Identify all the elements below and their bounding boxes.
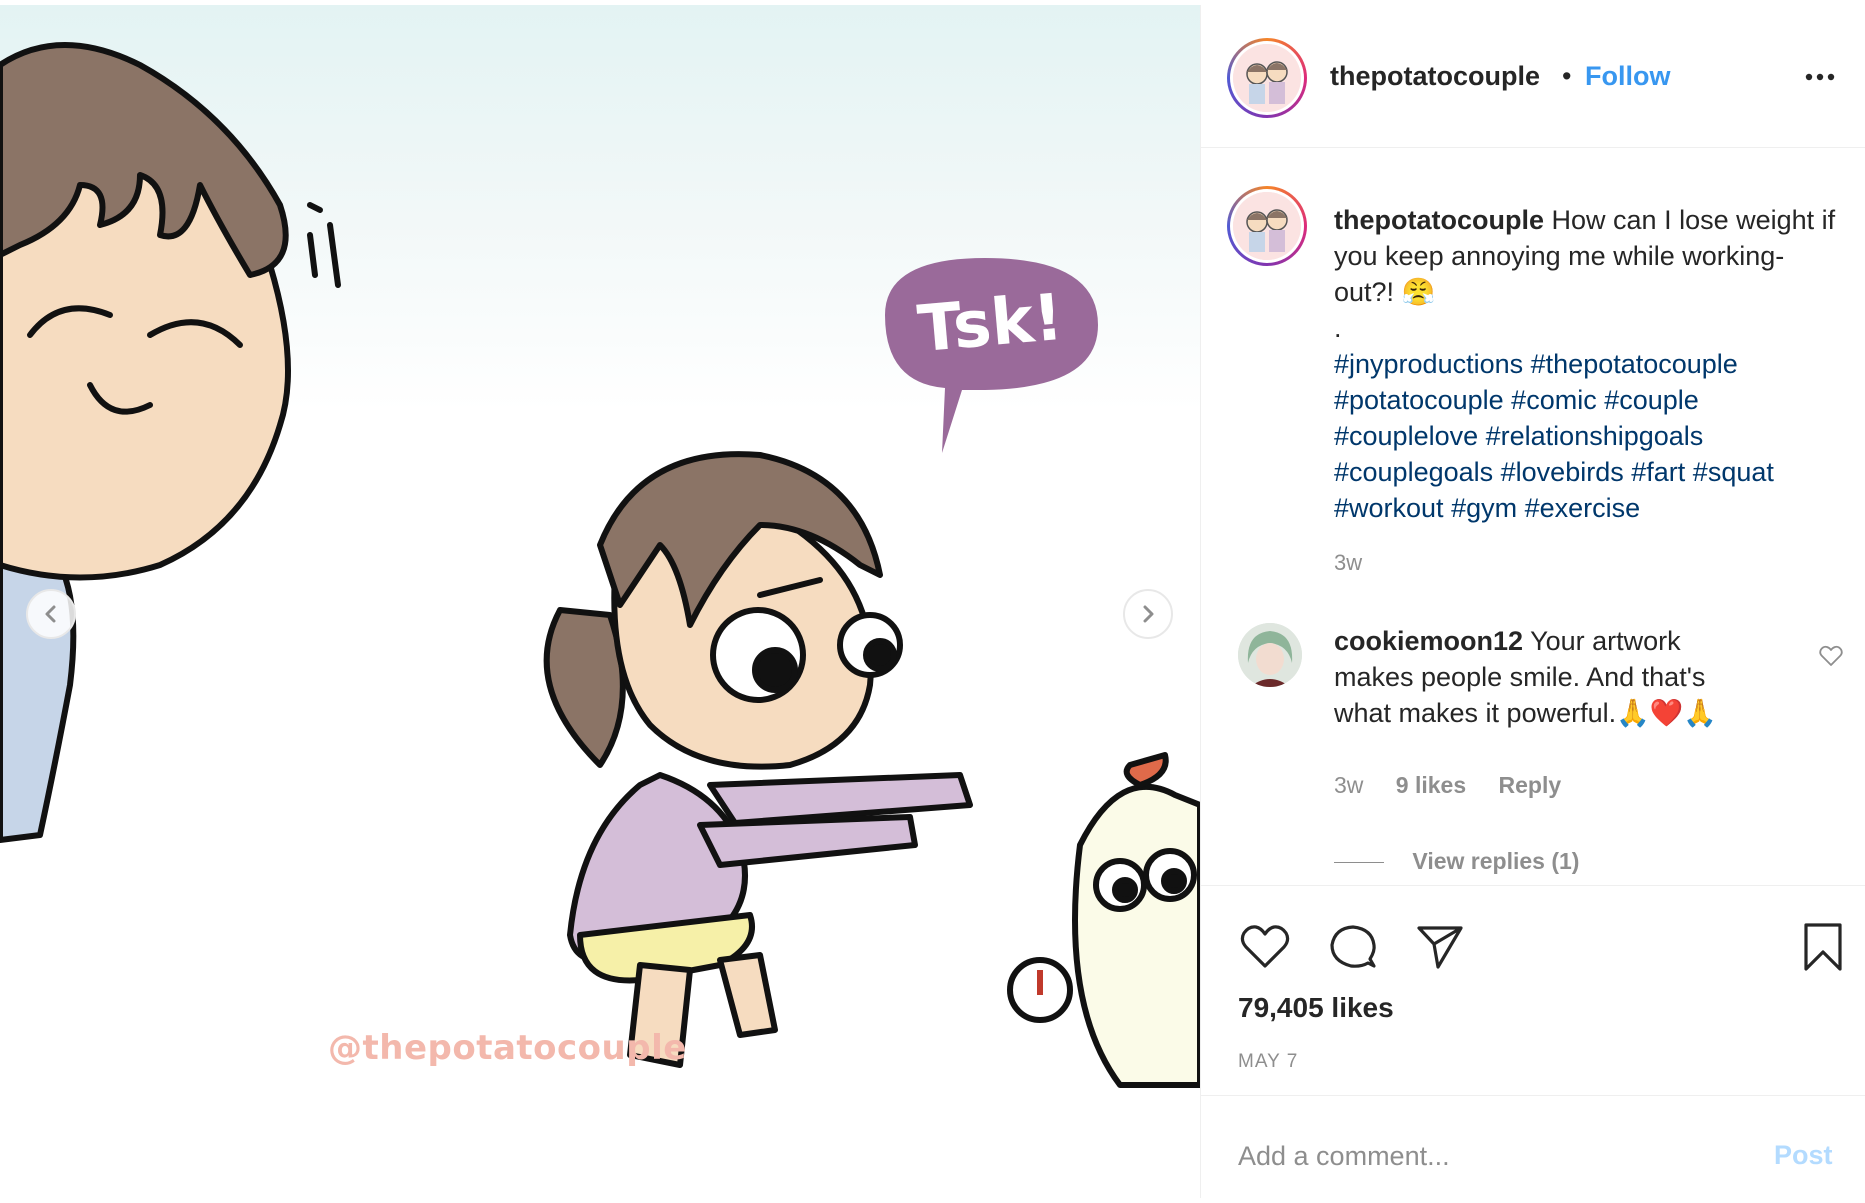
hashtag-link[interactable]: #jnyproductions bbox=[1334, 349, 1523, 379]
speech-bubble-text: Tsk! bbox=[915, 281, 1066, 367]
hashtag-link[interactable]: #couplelove bbox=[1334, 421, 1478, 451]
instagram-post: Tsk! @thepotatocouple thepotatocouple • … bbox=[0, 0, 1865, 1198]
avatar-image bbox=[1233, 192, 1301, 260]
post-image[interactable]: Tsk! @thepotatocouple bbox=[0, 5, 1200, 1198]
chevron-left-icon bbox=[45, 605, 56, 623]
post-comment-button[interactable]: Post bbox=[1774, 1140, 1833, 1171]
boy-character bbox=[0, 42, 341, 843]
hashtag-link[interactable]: #fart bbox=[1631, 457, 1685, 487]
heart-icon bbox=[1240, 925, 1290, 968]
hashtag-link[interactable]: #comic bbox=[1511, 385, 1597, 415]
hashtag-list: #jnyproductions #thepotatocouple #potato… bbox=[1334, 346, 1844, 526]
caption-dot: . bbox=[1334, 313, 1342, 343]
caption-avatar[interactable] bbox=[1227, 186, 1307, 266]
previous-slide-button[interactable] bbox=[26, 589, 76, 639]
speech-bubble: Tsk! bbox=[885, 258, 1098, 453]
comment-input[interactable] bbox=[1238, 1136, 1678, 1176]
reply-button[interactable]: Reply bbox=[1499, 772, 1562, 798]
header-username[interactable]: thepotatocouple bbox=[1330, 61, 1540, 92]
comment-text: cookiemoon12 Your artwork makes people s… bbox=[1334, 623, 1764, 731]
paper-plane-icon bbox=[1417, 926, 1463, 969]
avatar-image bbox=[1238, 623, 1302, 687]
more-options-button[interactable] bbox=[1797, 57, 1843, 97]
hashtag-link[interactable]: #relationshipgoals bbox=[1486, 421, 1704, 451]
potato-character bbox=[1007, 752, 1200, 1088]
comic-illustration: Tsk! bbox=[0, 42, 1200, 1088]
hashtag-link[interactable]: #couplegoals bbox=[1334, 457, 1493, 487]
follow-button[interactable]: Follow bbox=[1585, 61, 1670, 92]
avatar-image bbox=[1233, 44, 1301, 112]
caption-text: thepotatocouple How can I lose weight if… bbox=[1334, 202, 1844, 526]
caption-timestamp[interactable]: 3w bbox=[1334, 550, 1362, 576]
profile-avatar[interactable] bbox=[1227, 38, 1307, 118]
comment-timestamp[interactable]: 3w bbox=[1334, 772, 1363, 798]
hashtag-link[interactable]: #thepotatocouple bbox=[1531, 349, 1738, 379]
more-horizontal-icon bbox=[1805, 73, 1835, 81]
caption-username[interactable]: thepotatocouple bbox=[1334, 205, 1544, 235]
commenter-avatar[interactable] bbox=[1238, 623, 1302, 687]
view-replies-button[interactable]: View replies (1) bbox=[1334, 848, 1579, 875]
commenter-username[interactable]: cookiemoon12 bbox=[1334, 626, 1523, 656]
next-slide-button[interactable] bbox=[1123, 589, 1173, 639]
hashtag-link[interactable]: #lovebirds bbox=[1501, 457, 1624, 487]
girl-character bbox=[543, 451, 973, 1068]
share-button[interactable] bbox=[1412, 919, 1468, 975]
comment-meta: 3w 9 likes Reply bbox=[1334, 772, 1587, 799]
comment-like-button[interactable] bbox=[1819, 645, 1843, 672]
save-button[interactable] bbox=[1795, 919, 1851, 975]
hashtag-link[interactable]: #couple bbox=[1604, 385, 1699, 415]
hashtag-link[interactable]: #potatocouple bbox=[1334, 385, 1504, 415]
comment-button[interactable] bbox=[1325, 919, 1381, 975]
comment-likes[interactable]: 9 likes bbox=[1396, 772, 1466, 798]
watermark: @thepotatocouple bbox=[328, 1028, 687, 1068]
hashtag-link[interactable]: #gym bbox=[1451, 493, 1517, 523]
add-comment-bar: Post bbox=[1201, 1095, 1865, 1203]
hashtag-link[interactable]: #squat bbox=[1693, 457, 1774, 487]
replies-divider bbox=[1334, 862, 1384, 864]
bookmark-icon bbox=[1804, 923, 1842, 971]
separator-dot: • bbox=[1562, 61, 1572, 91]
hashtag-link[interactable]: #exercise bbox=[1525, 493, 1641, 523]
post-date[interactable]: MAY 7 bbox=[1238, 1051, 1298, 1073]
like-button[interactable] bbox=[1237, 919, 1293, 975]
post-header: thepotatocouple • Follow bbox=[1201, 5, 1865, 148]
post-sidebar: thepotatocouple • Follow thepotatocouple… bbox=[1200, 5, 1865, 1198]
likes-count[interactable]: 79,405 likes bbox=[1238, 992, 1394, 1024]
heart-outline-icon bbox=[1819, 645, 1843, 666]
chevron-right-icon bbox=[1143, 605, 1154, 623]
view-replies-label: View replies (1) bbox=[1412, 848, 1580, 874]
hashtag-link[interactable]: #workout bbox=[1334, 493, 1444, 523]
comment-bubble-icon bbox=[1330, 925, 1376, 968]
